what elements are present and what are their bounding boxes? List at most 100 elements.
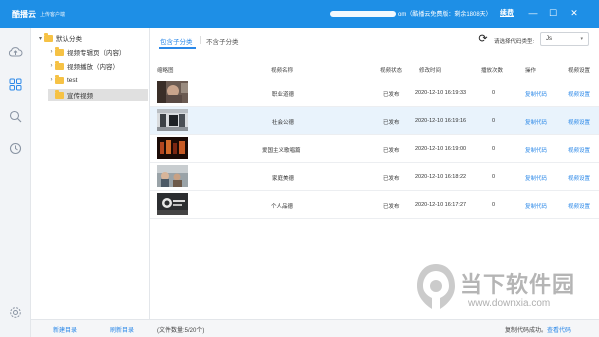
copy-status-message: 复制代码成功。 [505,328,548,334]
tree-item-test[interactable]: › test [48,74,148,86]
folder-icon [44,33,53,42]
tree-item-label: 默认分类 [56,36,82,43]
app-subtitle: 上传客户端 [40,12,66,18]
play-count: 0 [492,174,496,180]
folder-icon [55,47,64,56]
table-row[interactable]: 社会公德 已发布 2020-12-10 16:19:16 0 复制代码 视频设置 [150,107,599,135]
expand-caret-icon[interactable]: › [48,77,55,83]
active-tab-indicator [159,47,196,49]
video-settings-link[interactable]: 视频设置 [568,118,590,126]
video-status: 已发布 [383,204,400,210]
video-name: 个人品德 [271,204,294,210]
tab-exclude-sub[interactable]: 不含子分类 [206,36,239,46]
clock-icon[interactable] [8,141,23,156]
video-thumbnail [157,137,188,159]
copy-code-link[interactable]: 复制代码 [525,146,547,154]
copy-code-link[interactable]: 复制代码 [525,174,547,182]
file-count: (文件数量:5/20个) [157,328,205,334]
folder-icon [55,90,64,99]
title-bar: 酷播云 上传客户端 om（酷播云免费版：剩余1808天） 续费 — ☐ ✕ [0,0,599,28]
modified-time: 2020-12-10 16:19:33 [415,90,467,96]
tab-include-sub[interactable]: 包含子分类 [160,36,193,46]
video-settings-link[interactable]: 视频设置 [568,202,590,210]
nav-sidebar [0,28,31,337]
col-header-status: 视频状态 [380,68,403,74]
table-row[interactable]: 爱国主义歌唱篇 已发布 2020-12-10 16:19:00 0 复制代码 视… [150,135,599,163]
expand-caret-icon[interactable]: › [48,49,55,55]
tree-item-default[interactable]: ▾ 默认分类 [37,32,147,44]
play-count: 0 [492,146,496,152]
code-type-select[interactable]: Js ▾ [540,32,589,46]
settings-icon[interactable] [8,305,23,320]
refresh-directory-button[interactable]: 刷新目录 [110,325,134,334]
video-thumbnail [157,193,188,215]
video-status: 已发布 [383,120,400,126]
maximize-button[interactable]: ☐ [546,6,560,20]
folder-tree: ▾ 默认分类 › 视频专辑页（内容） › 视频播放（内容） › test 宣传视… [31,28,150,319]
video-status: 已发布 [383,176,400,182]
modified-time: 2020-12-10 16:19:00 [415,146,467,152]
tree-item-promo[interactable]: 宣传视频 [48,89,148,101]
video-name: 家庭美德 [272,176,295,182]
table-row[interactable]: 职业道德 已发布 2020-12-10 16:19:33 0 复制代码 视频设置 [150,79,599,107]
copy-code-link[interactable]: 复制代码 [525,90,547,98]
video-name: 爱国主义歌唱篇 [262,148,301,154]
video-thumbnail [157,81,188,103]
tree-item-label: 视频专辑页（内容） [67,50,126,57]
code-type-label: 请选择代码类型: [494,39,535,45]
video-thumbnail [157,109,188,131]
video-name: 社会公德 [272,120,295,126]
masked-account [330,11,396,18]
search-icon[interactable] [8,109,23,124]
copy-code-link[interactable]: 复制代码 [525,202,547,210]
status-bar: 新建目录 刷新目录 (文件数量:5/20个) 复制代码成功。 查看代码 [31,319,599,337]
video-settings-link[interactable]: 视频设置 [568,90,590,98]
video-settings-link[interactable]: 视频设置 [568,174,590,182]
renew-link[interactable]: 续费 [500,8,514,18]
play-count: 0 [492,202,496,208]
minimize-button[interactable]: — [526,6,540,20]
new-directory-button[interactable]: 新建目录 [53,325,77,334]
tab-divider [200,36,201,44]
maximize-icon: ☐ [548,7,558,18]
refresh-icon[interactable]: ⟳ [477,33,489,45]
app-name: 酷播云 [12,10,36,19]
video-settings-link[interactable]: 视频设置 [568,146,590,154]
close-icon: ✕ [570,7,578,18]
col-header-settings: 视频设置 [568,68,591,74]
folder-icon [55,75,64,84]
copy-code-link[interactable]: 复制代码 [525,118,547,126]
tree-item-label: test [67,76,78,84]
code-type-value: Js [546,36,552,42]
chevron-down-icon: ▾ [580,36,583,42]
tree-item-video-play[interactable]: › 视频播放（内容） [48,60,148,72]
expand-caret-icon[interactable]: ▾ [37,35,44,42]
account-info: om（酷播云免费版：剩余1808天） [330,9,492,18]
tree-item-album-page[interactable]: › 视频专辑页（内容） [48,46,148,58]
col-header-name: 视频名称 [271,68,294,74]
close-button[interactable]: ✕ [567,6,581,20]
play-count: 0 [492,90,496,96]
apps-grid-icon[interactable] [8,77,23,92]
table-row[interactable]: 个人品德 已发布 2020-12-10 16:17:27 0 复制代码 视频设置 [150,191,599,219]
col-header-thumbnail: 缩略图 [157,68,174,74]
cloud-upload-icon[interactable] [8,44,23,59]
tree-item-label: 宣传视频 [67,93,93,100]
modified-time: 2020-12-10 16:19:16 [415,118,467,124]
col-header-plays: 播放次数 [481,68,504,74]
folder-icon [55,61,64,70]
video-status: 已发布 [383,92,400,98]
account-plan: om（酷播云免费版：剩余1808天） [398,12,492,18]
modified-time: 2020-12-10 16:18:22 [415,174,467,180]
view-code-link[interactable]: 查看代码 [547,325,571,334]
video-name: 职业道德 [272,92,295,98]
table-row[interactable]: 家庭美德 已发布 2020-12-10 16:18:22 0 复制代码 视频设置 [150,163,599,191]
expand-caret-icon[interactable]: › [48,63,55,69]
tree-item-label: 视频播放（内容） [67,64,119,71]
play-count: 0 [492,118,496,124]
col-header-modified: 修改时间 [419,68,442,74]
minimize-icon: — [528,8,538,18]
video-status: 已发布 [383,148,400,154]
modified-time: 2020-12-10 16:17:27 [415,202,467,208]
col-header-action: 操作 [525,68,537,74]
